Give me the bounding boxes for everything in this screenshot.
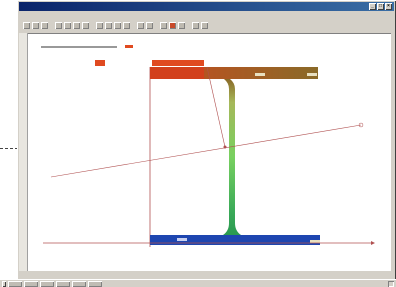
new-icon[interactable] [23,22,30,29]
system-tray-clock [388,281,394,287]
horizontal-axis-arrow [371,241,375,245]
drawing-canvas[interactable] [19,33,391,271]
app-window: _ □ × [17,0,396,287]
save-icon[interactable] [41,22,48,29]
top-flange-label [255,73,265,76]
section-icon[interactable] [160,22,167,29]
bottom-flange [150,235,320,245]
color-map-icon[interactable] [169,22,176,29]
neutral-axis-line [50,124,362,178]
taskbar-item[interactable] [88,280,102,287]
top-flange-hot [150,67,204,79]
toolbar [19,20,394,31]
maximize-button[interactable]: □ [377,3,384,10]
copy-icon[interactable] [73,22,80,29]
print-icon[interactable] [55,22,62,29]
line-icon[interactable] [146,22,153,29]
web [223,79,241,235]
taskbar-item[interactable] [8,280,22,287]
bottom-flange-label [177,238,187,241]
taskbar-item[interactable] [56,280,70,287]
leader-line [0,148,18,149]
centroid-marker [223,145,227,149]
redo-icon[interactable] [105,22,112,29]
stress-icon[interactable] [178,22,185,29]
taskbar-item[interactable] [40,280,54,287]
stress-block-top-right [152,60,204,66]
window-controls: _ □ × [369,3,392,10]
section-drawing[interactable] [27,33,391,271]
paste-icon[interactable] [82,22,89,29]
taskbar-item[interactable] [24,280,38,287]
open-icon[interactable] [32,22,39,29]
undo-icon[interactable] [96,22,103,29]
menu-bar [19,12,394,19]
stress-block-top [95,60,105,66]
title-bar: _ □ × [19,2,394,11]
minimize-button[interactable]: _ [369,3,376,10]
grid-icon[interactable] [192,22,199,29]
settings-icon[interactable] [201,22,208,29]
zoom-out-icon[interactable] [123,22,130,29]
zoom-in-icon[interactable] [114,22,121,29]
start-button[interactable] [2,280,6,287]
status-bar [19,272,394,278]
taskbar-item[interactable] [72,280,86,287]
top-flange-end-label [307,73,317,76]
legend-swatch [125,45,133,48]
cut-icon[interactable] [64,22,71,29]
close-button[interactable]: × [385,3,392,10]
bottom-flange-end-label [310,240,320,243]
taskbar [0,279,396,287]
select-icon[interactable] [137,22,144,29]
